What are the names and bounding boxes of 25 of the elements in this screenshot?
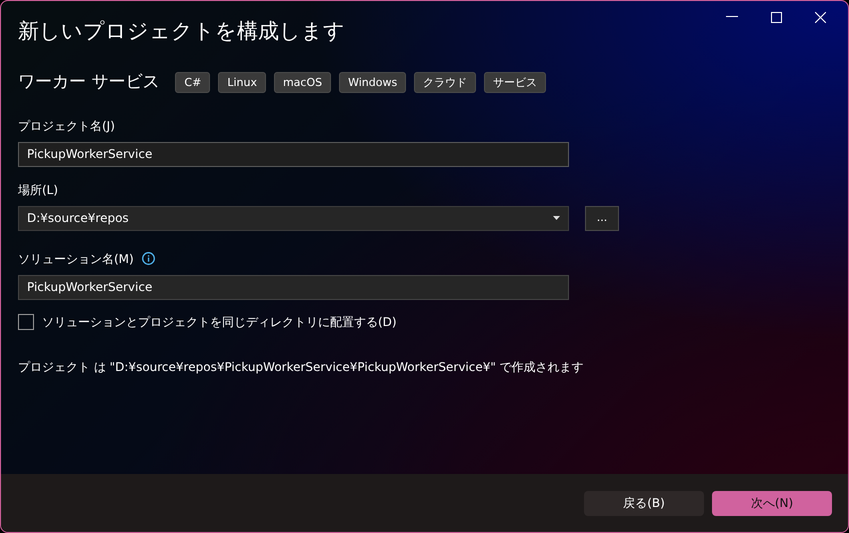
solution-name-field[interactable]: PickupWorkerService xyxy=(18,274,569,300)
tag: Windows xyxy=(339,72,406,94)
template-name: ワーカー サービス xyxy=(18,71,160,94)
tag: C# xyxy=(175,72,210,94)
field-label: プロジェクト名(J) xyxy=(18,118,116,135)
caret-icon xyxy=(553,216,560,220)
checkbox-label: ソリューションとプロジェクトを同じディレクトリに配置する(D) xyxy=(42,314,397,331)
project-name-field[interactable]: PickupWorkerService xyxy=(18,142,569,167)
next-button[interactable]: 次へ(N) xyxy=(712,490,832,516)
tag: Linux xyxy=(218,72,266,94)
close-icon xyxy=(814,12,826,22)
minimize-icon xyxy=(726,16,738,18)
path-note: プロジェクト は "D:¥source¥repos¥PickupWorkerService¥PickupWorkerService¥" で作成されます xyxy=(18,358,585,376)
checkbox[interactable] xyxy=(18,314,34,330)
back-button[interactable]: 戻る(B) xyxy=(584,490,704,516)
tag: macOS xyxy=(274,72,332,94)
maximize-icon xyxy=(770,12,782,22)
location-dropdown[interactable]: D:¥source¥repos xyxy=(18,206,569,231)
tag: サービス xyxy=(484,72,546,94)
info-icon xyxy=(142,252,155,266)
window-title: 新しいプロジェクトを構成します xyxy=(18,19,346,44)
field-label: ソリューション名(M) xyxy=(18,250,134,268)
tag: クラウド xyxy=(414,72,476,94)
field-label: 場所(L) xyxy=(18,182,60,199)
browse-button[interactable]: ... xyxy=(585,206,619,231)
